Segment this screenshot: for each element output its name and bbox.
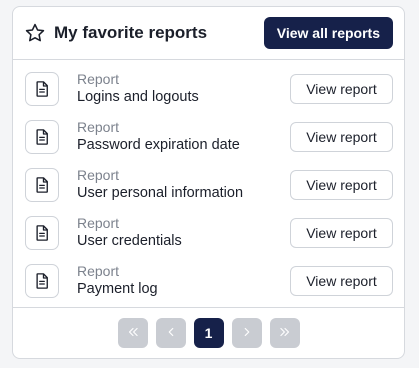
report-text: Report User personal information [77,167,290,203]
report-type: Report [77,71,120,87]
report-text: Report Payment log [77,263,290,299]
report-list: Report Logins and logouts View report Re… [13,60,404,305]
report-type: Report [77,167,120,183]
chevron-left-icon [164,325,178,342]
document-icon [25,216,59,250]
view-report-button[interactable]: View report [290,218,393,248]
page-button-current[interactable]: 1 [193,318,224,348]
pagination: 1 [13,307,404,358]
document-icon [25,264,59,298]
list-item: Report User credentials View report [13,209,404,257]
report-type: Report [77,119,120,135]
title-group: My favorite reports [24,22,207,44]
report-name: User credentials [77,233,182,249]
list-item: Report User personal information View re… [13,161,404,209]
star-icon [24,22,46,44]
report-type: Report [77,215,120,231]
document-icon [25,120,59,154]
chevrons-right-icon [278,325,292,342]
view-report-button[interactable]: View report [290,266,393,296]
list-item: Report Password expiration date View rep… [13,113,404,161]
first-page-button[interactable] [117,318,148,348]
view-all-reports-button[interactable]: View all reports [263,17,393,49]
report-text: Report Logins and logouts [77,71,290,107]
report-text: Report User credentials [77,215,290,251]
next-page-button[interactable] [231,318,262,348]
report-name: Password expiration date [77,137,240,153]
view-report-button[interactable]: View report [290,122,393,152]
report-text: Report Password expiration date [77,119,290,155]
favorite-reports-card: My favorite reports View all reports Rep… [12,6,405,359]
view-report-button[interactable]: View report [290,74,393,104]
list-item: Report Payment log View report [13,257,404,305]
previous-page-button[interactable] [155,318,186,348]
report-name: Logins and logouts [77,89,199,105]
document-icon [25,72,59,106]
view-report-button[interactable]: View report [290,170,393,200]
card-title: My favorite reports [54,23,208,42]
document-icon [25,168,59,202]
chevrons-left-icon [126,325,140,342]
report-name: Payment log [77,281,158,297]
card-header: My favorite reports View all reports [13,7,404,60]
last-page-button[interactable] [269,318,300,348]
list-item: Report Logins and logouts View report [13,65,404,113]
report-name: User personal information [77,185,244,201]
report-type: Report [77,263,120,279]
chevron-right-icon [240,325,254,342]
